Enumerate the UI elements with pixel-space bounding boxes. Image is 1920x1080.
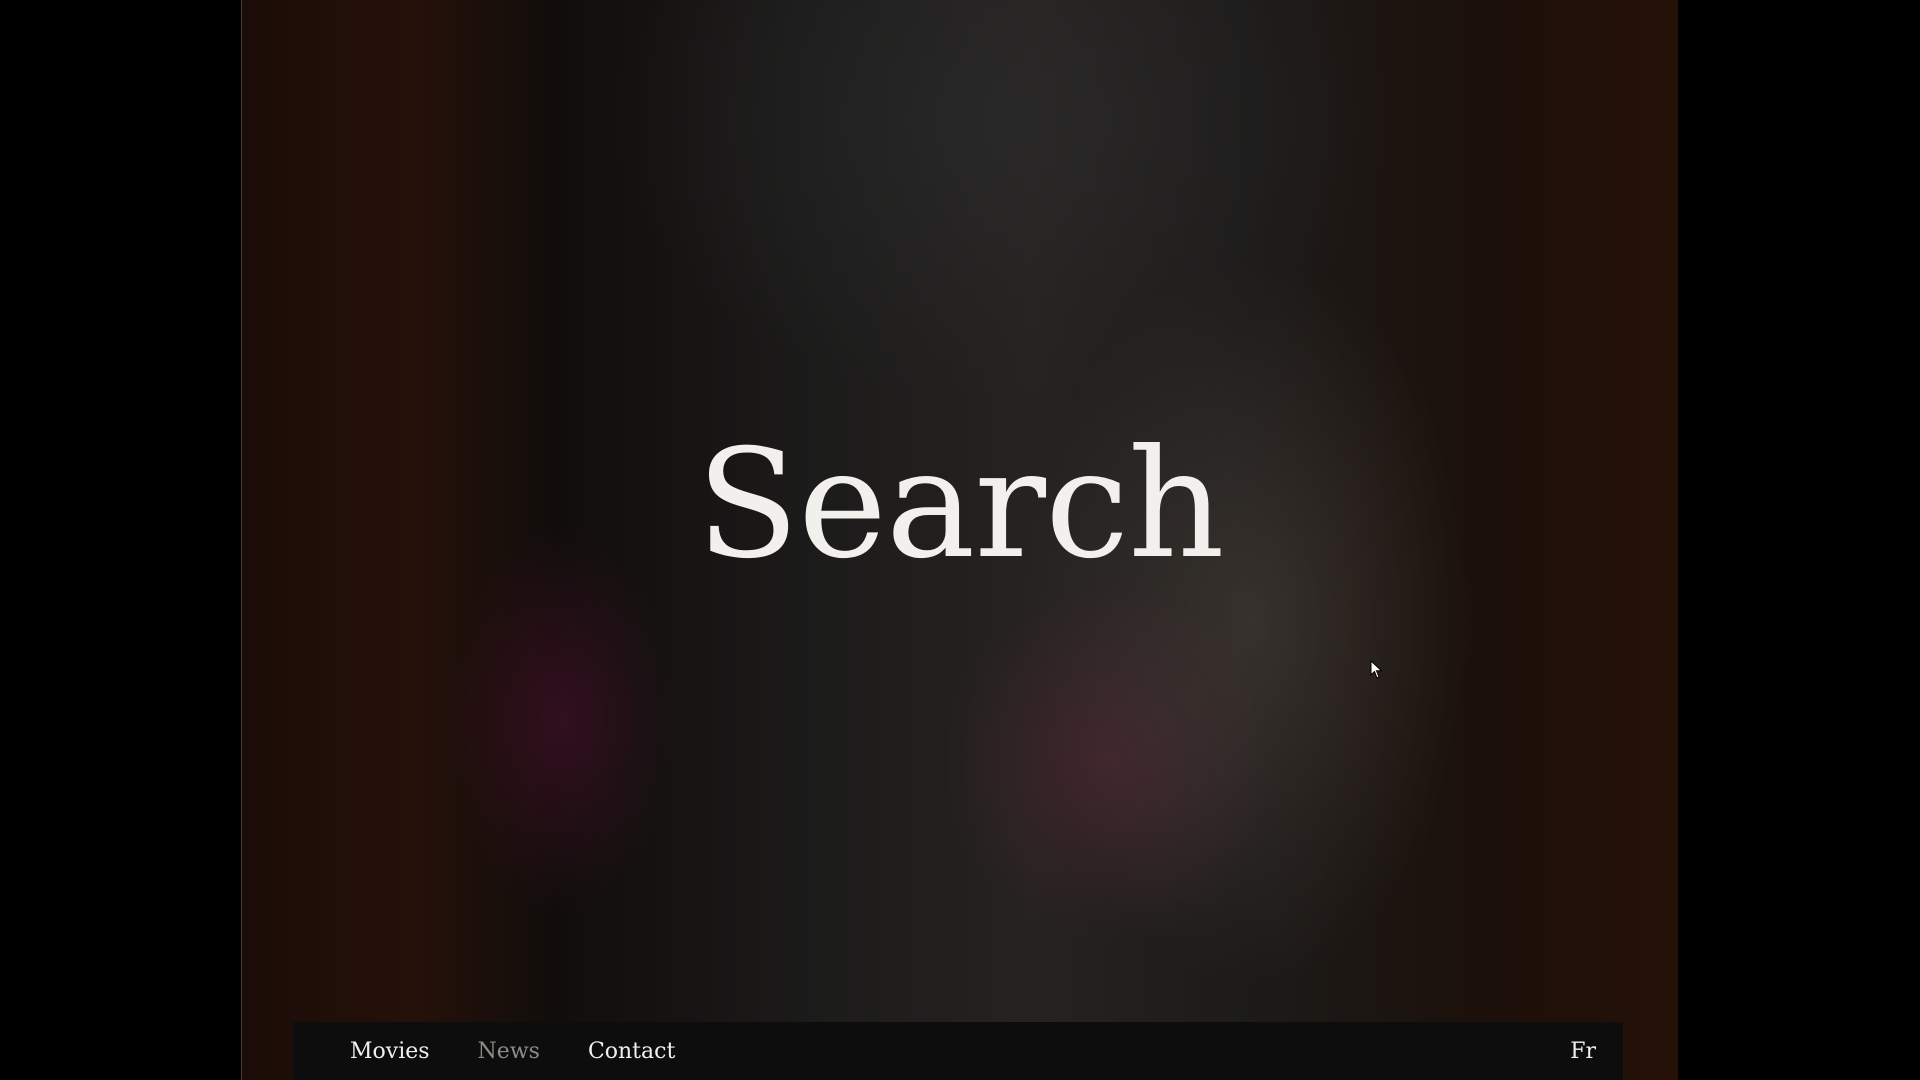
nav-link-news[interactable]: News — [478, 1039, 540, 1064]
page: Search Movies News Contact Fr — [0, 0, 1920, 1080]
mouse-cursor-icon — [1370, 660, 1383, 679]
nav-link-movies[interactable]: Movies — [350, 1039, 430, 1064]
nav-link-contact[interactable]: Contact — [588, 1039, 675, 1064]
language-toggle-button[interactable]: Fr — [1570, 1039, 1596, 1064]
nav-links: Movies News Contact — [350, 1039, 675, 1064]
bottom-nav-bar: Movies News Contact Fr — [293, 1022, 1623, 1080]
page-title: Search — [696, 418, 1224, 592]
